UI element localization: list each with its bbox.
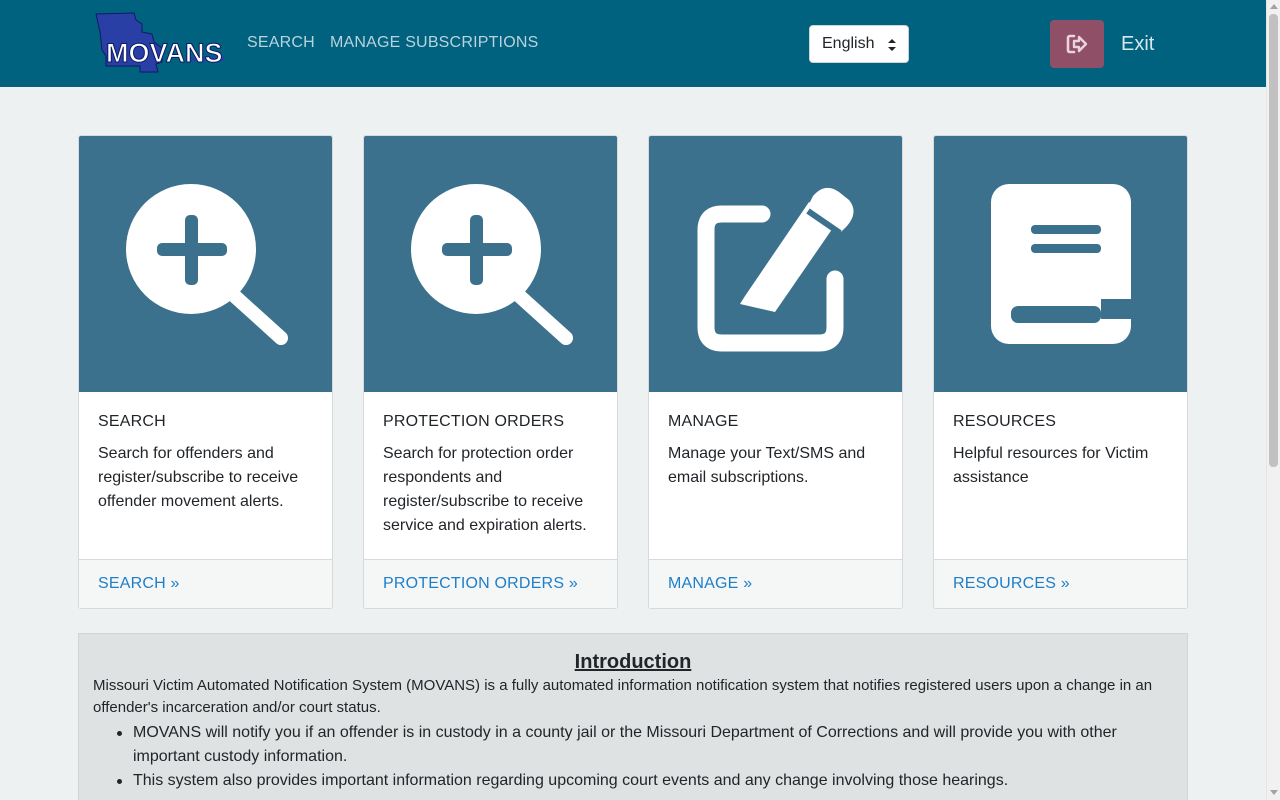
nav-manage-subscriptions-link[interactable]: MANAGE SUBSCRIPTIONS [330, 34, 538, 52]
card-resources: RESOURCES Helpful resources for Victim a… [933, 135, 1188, 609]
list-item: MOVANS will notify you if an offender is… [117, 721, 1163, 769]
search-plus-icon [126, 184, 288, 345]
exit-button[interactable] [1050, 20, 1104, 68]
card-manage-image[interactable] [649, 136, 902, 392]
card-resources-footer: RESOURCES » [934, 559, 1187, 608]
scroll-down-arrow-icon[interactable] [1270, 790, 1278, 795]
card-protection-orders-image[interactable] [364, 136, 617, 392]
language-selected-value: English [822, 35, 875, 52]
card-manage-footer: MANAGE » [649, 559, 902, 608]
card-search-link[interactable]: SEARCH » [98, 575, 180, 593]
movans-logo[interactable]: MOVANS [92, 12, 226, 74]
scroll-up-arrow-icon[interactable] [1270, 4, 1278, 9]
edit-icon [697, 187, 854, 352]
introduction-bullet-list: MOVANS will notify you if an offender is… [117, 721, 1163, 793]
page-scrollbar[interactable] [1266, 0, 1280, 800]
list-item: This system also provides important info… [117, 769, 1163, 793]
card-manage: MANAGE Manage your Text/SMS and email su… [648, 135, 903, 609]
exit-label[interactable]: Exit [1121, 33, 1154, 56]
card-resources-title: RESOURCES [953, 413, 1057, 430]
introduction-heading: Introduction [574, 651, 692, 673]
introduction-paragraph: Missouri Victim Automated Notification S… [93, 677, 1153, 716]
card-resources-link[interactable]: RESOURCES » [953, 575, 1070, 593]
sign-out-icon [1066, 34, 1088, 54]
select-caret-icon [888, 39, 896, 51]
card-manage-link[interactable]: MANAGE » [668, 575, 752, 593]
card-protection-orders-footer: PROTECTION ORDERS » [364, 559, 617, 608]
logo-text: MOVANS [106, 38, 223, 68]
card-resources-description: Helpful resources for Victim assistance [953, 445, 1149, 486]
card-search-description: Search for offenders and register/subscr… [98, 445, 299, 510]
card-manage-title: MANAGE [668, 413, 739, 430]
card-search-image[interactable] [79, 136, 332, 392]
card-protection-orders: PROTECTION ORDERS Search for protection … [363, 135, 618, 609]
card-resources-image[interactable] [934, 136, 1187, 392]
book-icon [991, 184, 1131, 344]
scrollbar-thumb[interactable] [1269, 14, 1278, 467]
nav-search-link[interactable]: SEARCH [247, 34, 315, 52]
language-select[interactable]: English [809, 25, 909, 63]
card-protection-orders-title: PROTECTION ORDERS [383, 413, 565, 430]
search-plus-icon [411, 184, 573, 345]
card-search-title: SEARCH [98, 413, 166, 430]
introduction-section: Introduction Missouri Victim Automated N… [78, 633, 1188, 800]
card-search: SEARCH Search for offenders and register… [78, 135, 333, 609]
card-manage-description: Manage your Text/SMS and email subscript… [668, 445, 866, 486]
top-navbar: MOVANS SEARCH MANAGE SUBSCRIPTIONS Engli… [0, 0, 1266, 87]
card-protection-orders-link[interactable]: PROTECTION ORDERS » [383, 575, 578, 593]
card-protection-orders-description: Search for protection order respondents … [383, 445, 587, 534]
card-search-footer: SEARCH » [79, 559, 332, 608]
